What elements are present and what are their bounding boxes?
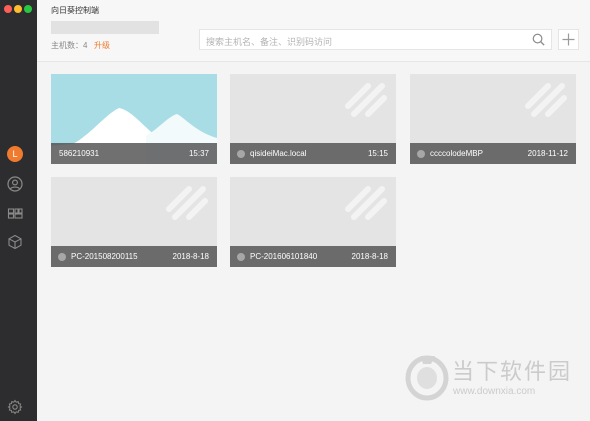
upgrade-link[interactable]: 升级 (94, 40, 110, 51)
account-name-placeholder (51, 21, 159, 34)
status-dot-icon (58, 253, 66, 261)
app-title: 向日葵控制端 (51, 6, 99, 15)
maximize-window-button[interactable] (24, 5, 32, 13)
search-icon[interactable] (531, 32, 546, 47)
watermark-url: www.downxia.com (453, 386, 536, 397)
host-time: 2018-11-12 (527, 149, 568, 158)
header: 向日葵控制端 主机数：4 升级 搜索主机名、备注、识别码访问 (37, 0, 590, 62)
sidebar: L (0, 0, 37, 421)
host-name: 586210931 (59, 149, 100, 158)
status-dot-icon (417, 150, 425, 158)
host-name: qisideiMac.local (250, 149, 307, 158)
host-caption: ccccolodeMBP 2018-11-12 (410, 143, 576, 164)
host-time: 15:37 (188, 149, 209, 158)
host-card[interactable]: ccccolodeMBP 2018-11-12 (410, 74, 576, 164)
cube-icon[interactable] (6, 233, 24, 251)
watermark-logo-icon (405, 355, 449, 401)
host-caption: PC-201508200115 2018-8-18 (51, 246, 217, 267)
host-card[interactable]: qisideiMac.local 15:15 (230, 74, 396, 164)
add-host-button[interactable] (558, 29, 579, 50)
watermark: 当下软件园 www.downxia.com (405, 350, 585, 410)
host-time: 2018-8-18 (351, 252, 388, 261)
status-dot-icon (237, 253, 245, 261)
host-card[interactable]: 586210931 15:37 (51, 74, 217, 164)
host-name: PC-201606101840 (250, 252, 318, 261)
settings-icon[interactable] (6, 398, 24, 416)
host-card[interactable]: PC-201508200115 2018-8-18 (51, 177, 217, 267)
host-caption: qisideiMac.local 15:15 (230, 143, 396, 164)
host-card[interactable]: PC-201606101840 2018-8-18 (230, 177, 396, 267)
host-name: ccccolodeMBP (430, 149, 483, 158)
host-caption: PC-201606101840 2018-8-18 (230, 246, 396, 267)
search-box[interactable]: 搜索主机名、备注、识别码访问 (199, 29, 552, 50)
minimize-window-button[interactable] (14, 5, 22, 13)
status-dot-icon (237, 150, 245, 158)
apps-grid-icon[interactable] (6, 204, 24, 222)
close-window-button[interactable] (4, 5, 12, 13)
search-input[interactable]: 搜索主机名、备注、识别码访问 (206, 35, 332, 48)
watermark-brand: 当下软件园 (452, 360, 573, 385)
host-time: 15:15 (367, 149, 388, 158)
host-name: PC-201508200115 (71, 252, 138, 261)
user-circle-icon[interactable] (6, 175, 24, 193)
host-caption: 586210931 15:37 (51, 143, 217, 164)
avatar-letter: L (12, 149, 18, 159)
host-time: 2018-8-18 (172, 252, 209, 261)
avatar[interactable]: L (7, 146, 23, 162)
plus-icon (562, 33, 575, 46)
host-count: 主机数：4 (51, 41, 88, 50)
